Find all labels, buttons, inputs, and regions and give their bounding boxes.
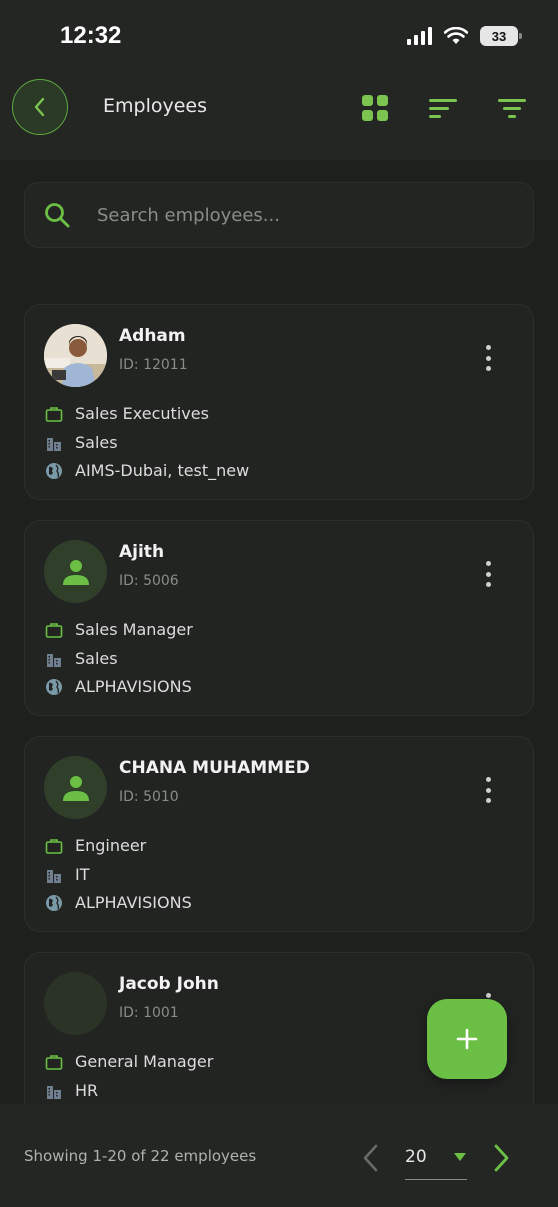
location-label: ALPHAVISIONS [75,893,192,912]
page-size-select[interactable]: 20 [405,1134,467,1180]
avatar [44,756,107,819]
avatar [44,972,107,1035]
designation-row: Sales Executives [45,404,209,423]
more-options-button[interactable] [483,561,493,587]
caret-down-icon [454,1152,466,1161]
briefcase-icon [45,1054,63,1070]
designation-row: General Manager [45,1052,213,1071]
page-size-value: 20 [405,1146,427,1167]
employee-id: ID: 1001 [119,1005,179,1021]
page-title: Employees [103,95,207,117]
location-label: ALPHAVISIONS [75,677,192,696]
avatar [44,540,107,603]
designation-label: Sales Executives [75,404,209,423]
status-bar: 12:32 33 [0,0,558,70]
department-row: IT [45,865,90,884]
building-icon [47,1085,61,1099]
location-row: ALPHAVISIONS [45,677,192,696]
app-header: Employees [0,70,558,160]
briefcase-icon [45,622,63,638]
globe-icon [46,894,62,911]
pagination-summary: Showing 1-20 of 22 employees [24,1147,257,1165]
sort-button[interactable] [429,94,457,122]
pagination-bar: Showing 1-20 of 22 employees 20 [0,1104,558,1207]
employee-name: CHANA MUHAMMED [119,758,310,778]
building-icon [47,437,61,451]
chevron-left-icon [34,97,45,117]
designation-label: Sales Manager [75,620,193,639]
signal-icon [407,27,432,45]
status-time: 12:32 [60,22,122,49]
wifi-icon [444,27,468,44]
filter-icon [498,99,526,118]
grid-icon [362,95,388,121]
briefcase-icon [45,838,63,854]
next-page-button[interactable] [488,1142,514,1174]
person-icon [62,775,89,801]
employee-id: ID: 5006 [119,573,179,589]
designation-label: General Manager [75,1052,214,1071]
avatar [44,324,107,387]
status-icons: 33 [407,26,522,46]
department-label: IT [75,865,90,884]
person-icon [62,559,89,585]
department-row: Sales [45,649,118,668]
sort-icon [429,99,457,118]
designation-row: Sales Manager [45,620,193,639]
previous-page-button[interactable] [358,1142,384,1174]
location-label: AIMS-Dubai, test_new [75,461,250,480]
designation-row: Engineer [45,836,146,855]
employee-card[interactable]: CHANA MUHAMMED ID: 5010 Engineer IT ALPH… [24,736,534,932]
more-options-button[interactable] [483,345,493,371]
search-input[interactable] [97,204,477,226]
department-row: Sales [45,433,118,452]
designation-label: Engineer [75,836,147,855]
avatar-photo [44,324,107,387]
filter-button[interactable] [498,94,526,122]
employee-name: Ajith [119,542,165,562]
employee-name: Adham [119,326,186,346]
building-icon [47,653,61,667]
location-row: AIMS-Dubai, test_new [45,461,249,480]
more-options-button[interactable] [483,777,493,803]
search-bar [24,182,534,248]
briefcase-icon [45,406,63,422]
employee-card[interactable]: Ajith ID: 5006 Sales Manager Sales ALPHA… [24,520,534,716]
employee-id: ID: 5010 [119,789,179,805]
building-icon [47,869,61,883]
battery-icon: 33 [480,26,522,46]
location-row: ALPHAVISIONS [45,893,192,912]
employee-card[interactable]: Adham ID: 12011 Sales Executives Sales A… [24,304,534,500]
plus-icon [456,1028,478,1050]
back-button[interactable] [12,79,68,135]
globe-icon [46,678,62,695]
employee-name: Jacob John [119,974,219,994]
department-row: HR [45,1081,98,1100]
department-label: Sales [75,649,118,668]
department-label: Sales [75,433,118,452]
employee-id: ID: 12011 [119,357,188,373]
grid-view-button[interactable] [361,94,389,122]
add-employee-button[interactable] [427,999,507,1079]
department-label: HR [75,1081,99,1100]
globe-icon [46,462,62,479]
search-icon [45,203,70,228]
employee-list: Adham ID: 12011 Sales Executives Sales A… [24,304,534,1104]
